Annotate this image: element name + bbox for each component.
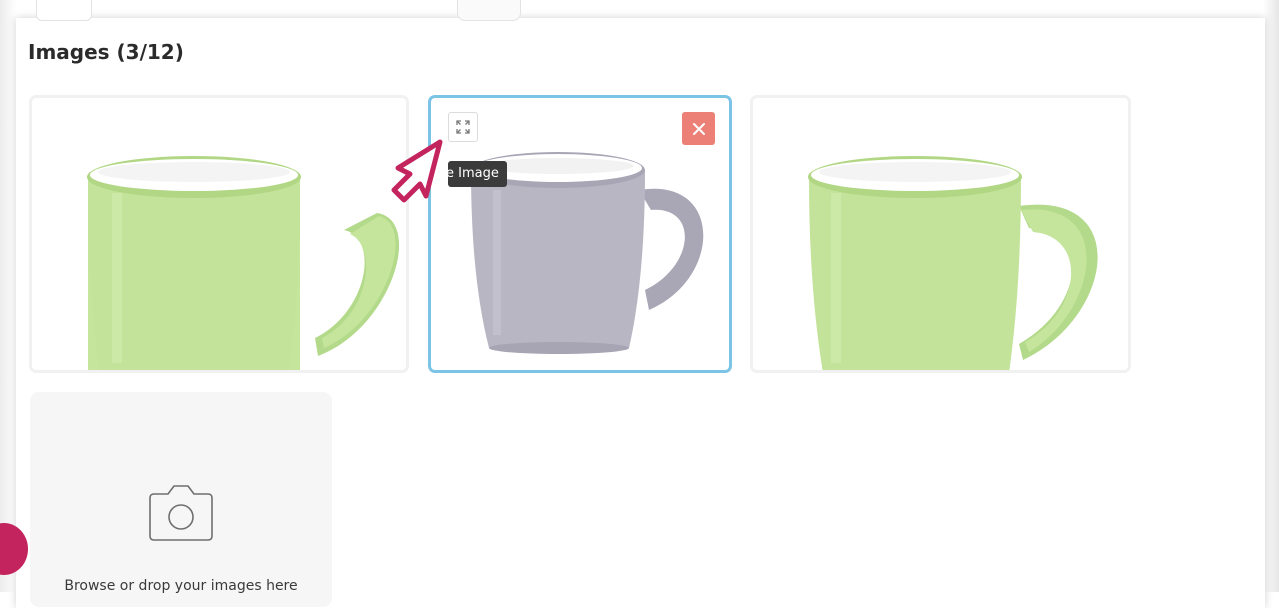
section-title: Images (3/12) [28, 40, 184, 64]
delete-image-button[interactable] [682, 112, 715, 145]
top-control-center[interactable] [457, 0, 521, 21]
pointer-cursor-icon [391, 139, 443, 203]
image-card-3[interactable] [750, 95, 1131, 373]
image-card-2[interactable] [428, 95, 732, 373]
mug-image [808, 156, 1098, 370]
image-card-1[interactable] [29, 95, 409, 373]
expand-image-button[interactable] [448, 112, 478, 142]
top-control-left[interactable] [36, 0, 92, 21]
expand-icon [456, 120, 470, 134]
close-icon [692, 122, 705, 135]
image-upload-dropzone[interactable]: Browse or drop your images here [30, 392, 332, 607]
mug-image [87, 156, 400, 370]
expand-tooltip: e Image [448, 161, 507, 187]
camera-icon [149, 485, 213, 541]
